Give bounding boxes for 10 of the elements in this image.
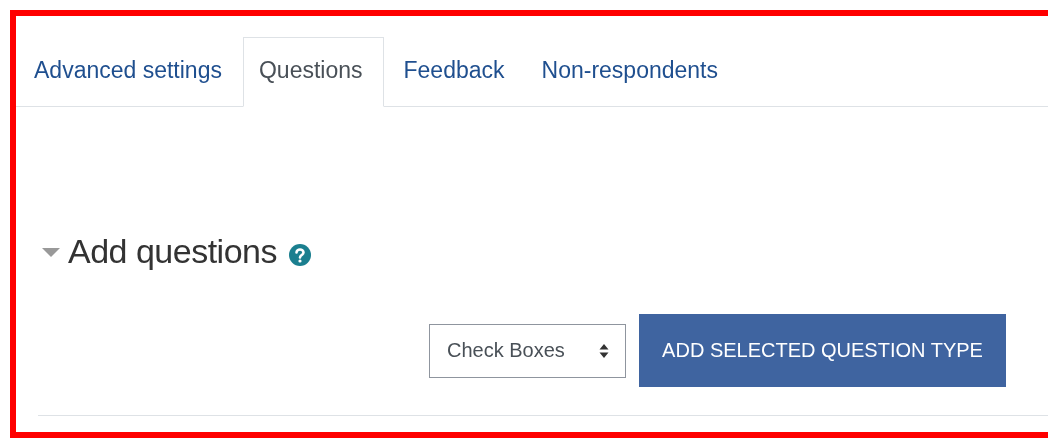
tab[interactable]: Advanced settings — [18, 37, 243, 107]
section-title[interactable]: Add questions — [68, 232, 277, 271]
tab[interactable]: Non-respondents — [525, 37, 739, 107]
help-icon[interactable] — [289, 243, 311, 266]
sort-arrows-icon — [599, 342, 609, 359]
tab[interactable]: Questions — [242, 37, 384, 107]
add-question-type-button[interactable]: ADD SELECTED QUESTION TYPE — [639, 314, 1006, 387]
question-type-select[interactable]: Check Boxes — [429, 323, 626, 378]
collapse-caret-icon[interactable] — [42, 245, 60, 258]
tab[interactable]: Feedback — [387, 37, 526, 107]
